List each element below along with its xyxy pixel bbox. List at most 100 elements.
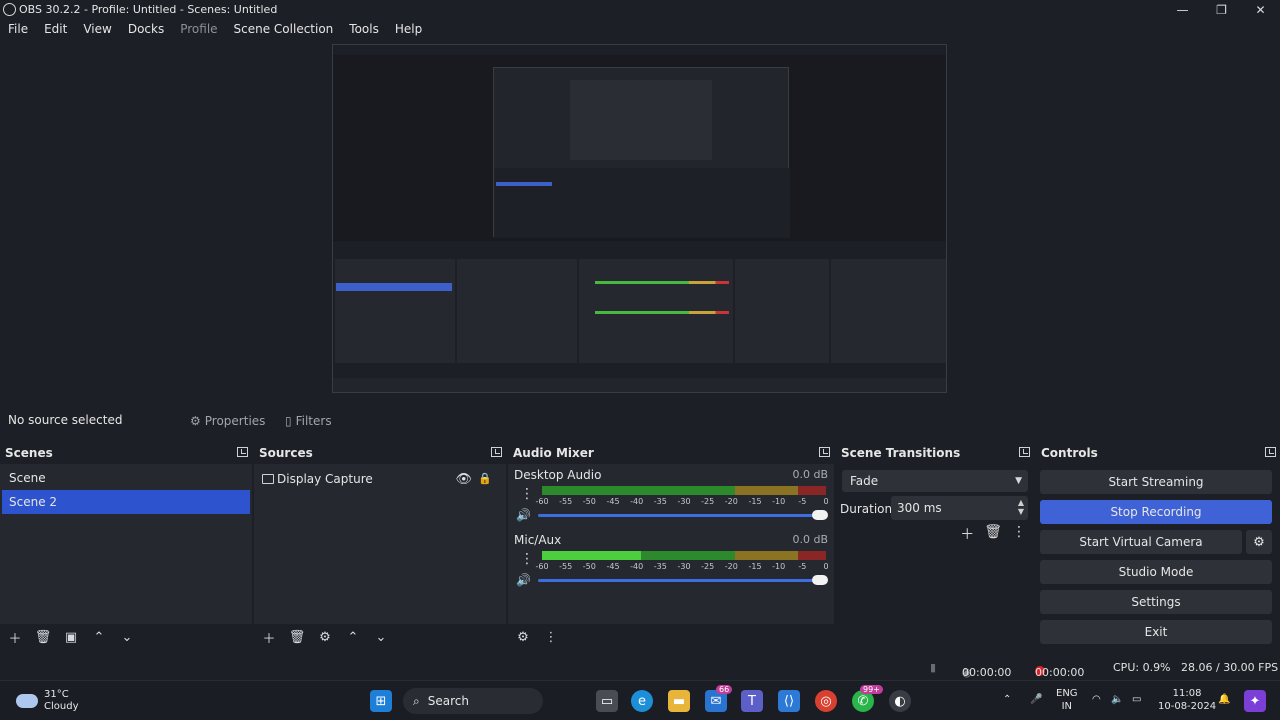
notification-bell-icon[interactable]: 🔔 — [1218, 693, 1230, 706]
clock[interactable]: 11:08 10-08-2024 — [1158, 687, 1216, 713]
weather-widget[interactable]: 31°C Cloudy — [16, 689, 78, 713]
menu-bar: File Edit View Docks Profile Scene Colle… — [0, 19, 1280, 39]
meter-tick-label: -50 — [582, 562, 596, 571]
sources-toolbar: ＋ 🗑 ⚙ ⌃ ⌄ — [254, 624, 506, 650]
scene-item-label: Scene — [9, 471, 46, 485]
settings-button[interactable]: Settings — [1040, 590, 1272, 614]
menu-profile[interactable]: Profile — [172, 22, 225, 36]
preview-canvas[interactable] — [332, 44, 947, 393]
speaker-icon[interactable]: 🔊 — [516, 573, 531, 587]
scene-transitions-dock: Scene Transitions Fade ▼ Duration 300 ms… — [836, 444, 1034, 650]
windows-start-icon[interactable]: ⊞ — [370, 690, 392, 712]
sources-dock-header: Sources — [254, 444, 506, 462]
sources-list[interactable]: Display Capture 👁 🔒 — [254, 464, 506, 624]
minimize-button[interactable]: — — [1163, 0, 1202, 19]
chrome-icon[interactable]: ◎ — [815, 690, 837, 712]
microphone-icon[interactable]: 🎤 — [1030, 693, 1042, 706]
menu-docks[interactable]: Docks — [120, 22, 172, 36]
menu-help[interactable]: Help — [387, 22, 430, 36]
file-explorer-icon[interactable]: ▬ — [668, 690, 690, 712]
eye-icon[interactable]: 👁 — [455, 472, 472, 487]
move-down-icon[interactable]: ⌄ — [114, 627, 140, 647]
menu-tools[interactable]: Tools — [341, 22, 387, 36]
channel-menu-icon[interactable]: ⋮ — [520, 551, 534, 567]
undock-icon[interactable] — [237, 447, 248, 457]
close-button[interactable]: ✕ — [1241, 0, 1280, 19]
mixer-menu-icon[interactable]: ⋮ — [538, 627, 564, 647]
clock-date: 10-08-2024 — [1158, 701, 1217, 712]
duration-stepper[interactable]: ▲ ▼ — [1018, 498, 1024, 516]
volume-slider[interactable] — [538, 510, 828, 520]
menu-file[interactable]: File — [0, 22, 36, 36]
vscode-icon[interactable]: ⟨⟩ — [778, 690, 800, 712]
start-streaming-button[interactable]: Start Streaming — [1040, 470, 1272, 494]
channel-name: Desktop Audio — [514, 468, 602, 482]
wifi-icon[interactable]: ◠ — [1092, 693, 1101, 706]
studio-mode-button[interactable]: Studio Mode — [1040, 560, 1272, 584]
chevron-up-icon[interactable]: ⌃ — [1003, 693, 1011, 706]
transition-select[interactable]: Fade ▼ — [842, 470, 1028, 492]
cpu-usage: CPU: 0.9% — [1113, 661, 1171, 674]
add-transition-icon[interactable]: ＋ — [960, 524, 974, 544]
scenes-title: Scenes — [5, 446, 53, 460]
status-bar: ▮ ◉ 00:00:00 00:00:00 CPU: 0.9% 28.06 / … — [0, 656, 1280, 680]
menu-edit[interactable]: Edit — [36, 22, 75, 36]
remove-transition-icon[interactable]: 🗑 — [984, 524, 1002, 544]
properties-button[interactable]: ⚙ Properties — [190, 411, 265, 431]
task-view-icon[interactable]: ▭ — [596, 690, 618, 712]
remove-source-icon[interactable]: 🗑 — [284, 627, 310, 647]
undock-icon[interactable] — [491, 447, 502, 457]
move-down-icon[interactable]: ⌄ — [368, 627, 394, 647]
scene-item-scene-2[interactable]: Scene 2 — [2, 490, 250, 514]
copilot-icon[interactable]: ✦ — [1244, 690, 1266, 712]
obs-taskbar-icon[interactable]: ◐ — [889, 690, 911, 712]
meter-ticks: -60 -55 -50 -45 -40 -35 -30 -25 -20 -15 -10 -5 0 — [535, 497, 832, 509]
preview-nested-meter-2 — [595, 311, 729, 314]
duration-input[interactable]: 300 ms ▲ ▼ — [891, 496, 1028, 520]
lock-icon[interactable]: 🔒 — [478, 472, 492, 485]
exit-button[interactable]: Exit — [1040, 620, 1272, 644]
volume-slider[interactable] — [538, 575, 828, 585]
volume-slider-handle[interactable] — [812, 575, 828, 585]
properties-label: Properties — [204, 414, 266, 428]
teams-icon[interactable]: T — [741, 690, 763, 712]
channel-menu-icon[interactable]: ⋮ — [520, 486, 534, 502]
source-item-display-capture[interactable]: Display Capture 👁 🔒 — [262, 468, 500, 490]
undock-icon[interactable] — [1265, 447, 1276, 457]
scene-item-scene[interactable]: Scene — [0, 466, 252, 490]
preview-area[interactable] — [0, 39, 1280, 400]
maximize-button[interactable]: ❐ — [1202, 0, 1241, 19]
scenes-list[interactable]: Scene Scene 2 — [0, 464, 252, 624]
filters-button[interactable]: ▯ Filters — [285, 411, 332, 431]
menu-scene-collection[interactable]: Scene Collection — [226, 22, 342, 36]
undock-icon[interactable] — [1019, 447, 1030, 457]
meter-ticks: -60 -55 -50 -45 -40 -35 -30 -25 -20 -15 -10 -5 0 — [535, 562, 832, 574]
transition-menu-icon[interactable]: ⋮ — [1012, 524, 1026, 544]
virtual-camera-settings-button[interactable]: ⚙ — [1246, 530, 1272, 554]
scene-filters-icon[interactable]: ▣ — [58, 627, 84, 647]
scenes-dock-header: Scenes — [0, 444, 252, 462]
os-taskbar: 31°C Cloudy ⊞ ⌕ Search ▭ e ▬ ✉ 66 T ⟨⟩ ◎… — [0, 680, 1280, 720]
volume-slider-handle[interactable] — [812, 510, 828, 520]
undock-icon[interactable] — [819, 447, 830, 457]
add-source-icon[interactable]: ＋ — [256, 627, 282, 647]
battery-icon[interactable]: ▭ — [1132, 693, 1141, 706]
taskbar-search[interactable]: ⌕ Search — [403, 688, 543, 714]
stop-recording-button[interactable]: Stop Recording — [1040, 500, 1272, 524]
language-indicator[interactable]: ENG IN — [1056, 687, 1078, 713]
meter-tick-label: -20 — [724, 562, 738, 571]
advanced-audio-icon[interactable]: ⚙ — [510, 627, 536, 647]
remove-scene-icon[interactable]: 🗑 — [30, 627, 56, 647]
preview-nested-preview — [493, 67, 790, 238]
meter-tick-label: -15 — [748, 562, 762, 571]
move-up-icon[interactable]: ⌃ — [86, 627, 112, 647]
volume-icon[interactable]: 🔈 — [1111, 693, 1123, 706]
menu-view[interactable]: View — [75, 22, 119, 36]
edge-icon[interactable]: e — [631, 690, 653, 712]
chevron-down-icon: ▼ — [1015, 476, 1022, 486]
speaker-icon[interactable]: 🔊 — [516, 508, 531, 522]
source-properties-icon[interactable]: ⚙ — [312, 627, 338, 647]
move-up-icon[interactable]: ⌃ — [340, 627, 366, 647]
add-scene-icon[interactable]: ＋ — [2, 627, 28, 647]
start-virtual-camera-button[interactable]: Start Virtual Camera — [1040, 530, 1242, 554]
